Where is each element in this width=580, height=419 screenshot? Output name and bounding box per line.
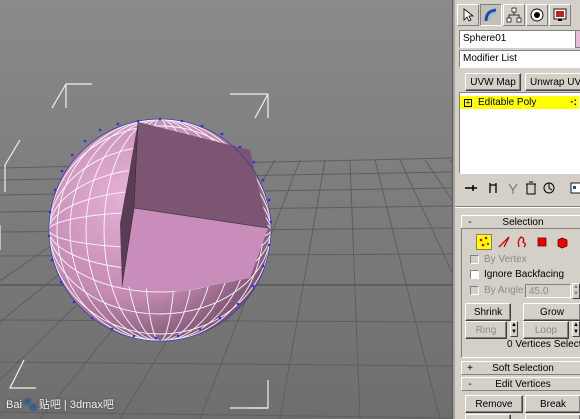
hierarchy-tab[interactable] — [503, 4, 525, 26]
selection-rollout-title: Selection — [502, 216, 544, 228]
by-angle-checkbox[interactable]: By Angle: — [470, 285, 526, 296]
watermark-forum: 3dmax吧 — [69, 399, 114, 411]
soft-selection-rollout-title: Soft Selection — [492, 362, 554, 374]
selection-status-text: 0 Vertices Selected — [507, 339, 580, 350]
motion-icon — [530, 8, 544, 22]
edit-vertices-rollout-header[interactable]: - Edit Vertices — [461, 377, 580, 391]
border-level-button[interactable] — [514, 234, 530, 250]
display-tab[interactable] — [549, 4, 571, 26]
watermark-brand-suffix: 贴吧 — [38, 399, 61, 411]
grow-button[interactable]: Grow — [523, 303, 580, 321]
watermark-separator: | — [63, 399, 67, 411]
edit-vertices-rollout-title: Edit Vertices — [495, 378, 551, 390]
ignore-backfacing-box[interactable] — [470, 270, 479, 279]
modify-tab[interactable] — [480, 4, 502, 26]
edge-icon — [498, 236, 510, 248]
sphere-mesh — [47, 117, 273, 342]
panel-separator — [455, 206, 580, 208]
angle-spinner-arrows[interactable]: ▲ ▼ — [572, 283, 580, 299]
weld-button[interactable] — [525, 414, 580, 419]
by-vertex-box[interactable] — [470, 255, 479, 264]
border-icon — [517, 236, 526, 248]
stack-item-editable-poly[interactable]: + Editable Poly ·: — [460, 96, 579, 109]
polygon-icon — [537, 237, 547, 247]
by-vertex-label: By Vertex — [484, 254, 527, 265]
remove-button[interactable]: Remove — [465, 395, 523, 413]
ignore-backfacing-label: Ignore Backfacing — [484, 269, 565, 280]
by-angle-label: By Angle: — [484, 285, 527, 296]
configure-buttons-icon[interactable] — [569, 180, 580, 196]
perspective-viewport[interactable]: Bai🐾贴吧 | 3dmax吧 — [0, 0, 453, 419]
ignore-backfacing-checkbox[interactable]: Ignore Backfacing — [470, 269, 564, 280]
collapse-minus-icon: - — [468, 378, 472, 390]
object-color-swatch[interactable] — [575, 30, 580, 48]
hierarchy-icon — [506, 7, 522, 23]
unwrap-uvw-button[interactable]: Unwrap UVW — [525, 73, 580, 91]
loop-button[interactable]: Loop — [523, 321, 569, 339]
object-name-field[interactable]: Sphere01 — [459, 30, 580, 48]
selection-rollout-header[interactable]: - Selection — [461, 215, 580, 229]
motion-tab[interactable] — [526, 4, 548, 26]
cursor-icon — [463, 8, 475, 22]
ring-button[interactable]: Ring — [465, 321, 507, 339]
element-level-button[interactable] — [554, 234, 570, 250]
configure-sets-icon[interactable] — [541, 180, 557, 196]
stack-item-dots-icon: ·: — [570, 97, 577, 108]
polygon-level-button[interactable] — [534, 234, 550, 250]
expand-plus-icon: + — [467, 362, 473, 374]
expand-plus-icon[interactable]: + — [464, 98, 472, 107]
uvw-map-button[interactable]: UVW Map — [465, 73, 521, 91]
collapse-minus-icon: - — [468, 216, 472, 228]
stack-tools — [459, 178, 580, 198]
loop-spinner-arrows[interactable]: ▲ ▼ — [572, 321, 580, 337]
break-button[interactable]: Break — [525, 395, 580, 413]
make-unique-icon[interactable] — [505, 180, 521, 196]
angle-spinner-field[interactable]: 45.0 — [525, 284, 571, 298]
edge-level-button[interactable] — [496, 234, 512, 250]
shrink-button[interactable]: Shrink — [465, 303, 511, 321]
show-end-result-icon[interactable] — [485, 180, 501, 196]
by-angle-box[interactable] — [470, 286, 479, 295]
bend-icon — [484, 8, 497, 22]
create-tab[interactable] — [457, 4, 479, 26]
element-icon — [557, 237, 568, 249]
display-icon — [553, 8, 567, 21]
vertex-level-button[interactable] — [476, 234, 492, 250]
modifier-stack[interactable]: + Editable Poly ·: — [459, 92, 580, 174]
command-panel-tabs — [455, 4, 580, 28]
soft-selection-rollout-header[interactable]: + Soft Selection — [461, 361, 580, 375]
viewport-canvas[interactable] — [0, 0, 453, 419]
pin-stack-icon[interactable] — [463, 180, 479, 196]
baidu-watermark: Bai🐾贴吧 | 3dmax吧 — [6, 396, 114, 412]
stack-item-label: Editable Poly — [478, 97, 537, 108]
paw-icon: 🐾 — [22, 397, 38, 411]
watermark-brand: Bai — [6, 399, 22, 411]
by-vertex-checkbox[interactable]: By Vertex — [470, 254, 527, 265]
ring-spinner-arrows[interactable]: ▲ ▼ — [510, 321, 518, 337]
extrude-button[interactable] — [465, 414, 511, 419]
command-panel: Sphere01 Modifier List UVW Map Unwrap UV… — [453, 0, 580, 419]
vertex-dots-icon — [479, 236, 490, 247]
modifier-list-dropdown[interactable]: Modifier List — [459, 50, 580, 68]
remove-modifier-icon[interactable] — [523, 180, 539, 196]
